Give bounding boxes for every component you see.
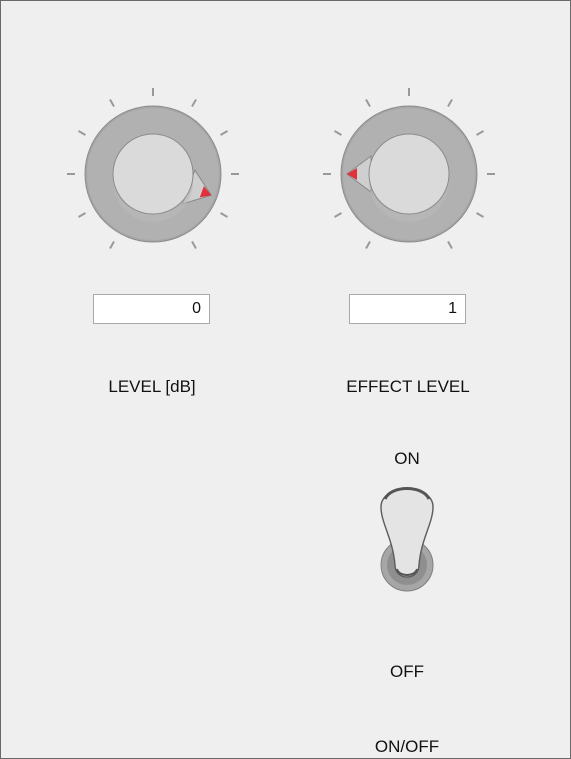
level-label: LEVEL [dB] xyxy=(108,377,196,396)
knob-tick xyxy=(334,130,342,136)
knob-tick xyxy=(476,130,484,136)
knob-tick xyxy=(191,241,197,249)
level-knob[interactable] xyxy=(63,86,243,266)
effect-level-knob[interactable] xyxy=(319,86,499,266)
switch-off-label: OFF xyxy=(390,662,424,681)
knob-tick xyxy=(447,241,453,249)
on-off-toggle-switch[interactable] xyxy=(371,477,443,597)
knob-tick xyxy=(447,99,453,107)
knob-tick xyxy=(220,212,228,218)
knob-tick xyxy=(365,241,371,249)
knob-tick xyxy=(78,212,86,218)
knob-tick xyxy=(220,130,228,136)
knob-tick xyxy=(334,212,342,218)
effect-level-value-field[interactable]: 1 xyxy=(349,294,466,324)
switch-name-label: ON/OFF xyxy=(374,737,440,756)
switch-on-label: ON xyxy=(394,449,420,468)
knob-tick xyxy=(365,99,371,107)
knob-tick xyxy=(191,99,197,107)
knob-tick xyxy=(109,241,115,249)
knob-tick xyxy=(78,130,86,136)
effect-level-label: EFFECT LEVEL xyxy=(346,377,470,396)
control-panel: 0 1 LEVEL [dB] EFFECT LEVEL ON OFF ON/OF… xyxy=(0,0,571,759)
level-value-field[interactable]: 0 xyxy=(93,294,210,324)
knob-tick xyxy=(476,212,484,218)
knob-tick xyxy=(109,99,115,107)
